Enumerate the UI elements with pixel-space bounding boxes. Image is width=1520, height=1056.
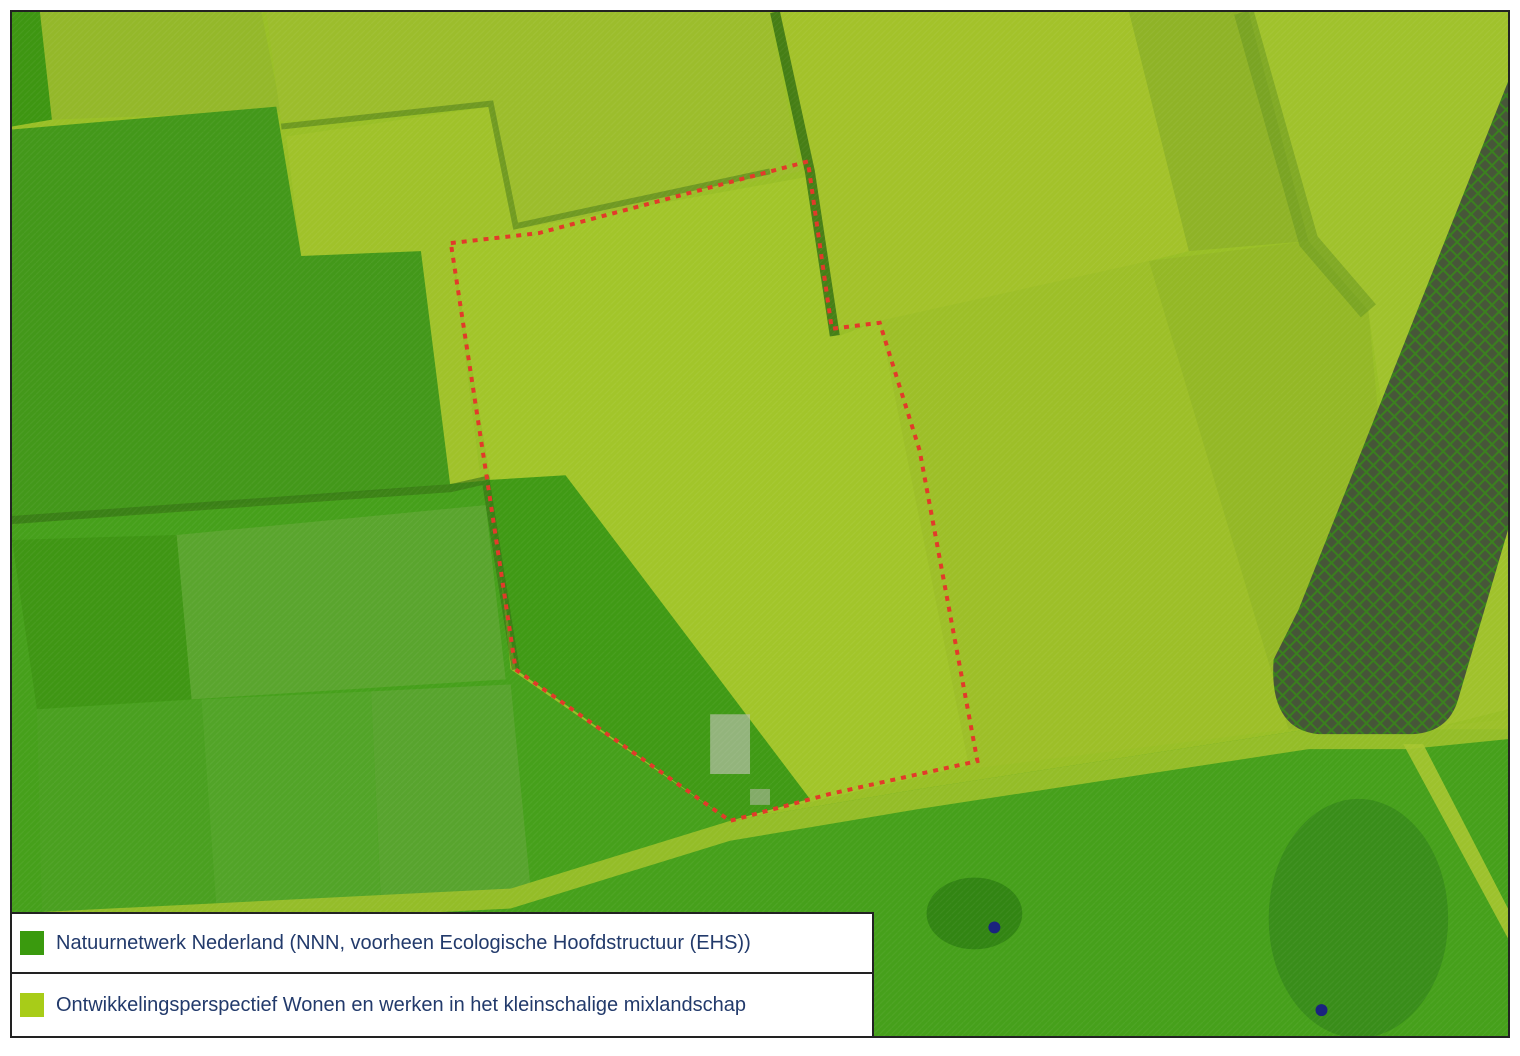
legend-item-natuurnetwerk: Natuurnetwerk Nederland (NNN, voorheen E…: [10, 912, 874, 974]
texture-overlay: [12, 12, 1508, 1036]
legend-swatch-mixlandschap: [20, 993, 44, 1017]
legend-label-natuurnetwerk: Natuurnetwerk Nederland (NNN, voorheen E…: [56, 931, 751, 954]
point-marker-2[interactable]: [1315, 1004, 1328, 1017]
point-marker-1[interactable]: [988, 921, 1001, 934]
legend-label-mixlandschap: Ontwikkelingsperspectief Wonen en werken…: [56, 993, 746, 1016]
legend-item-mixlandschap: Ontwikkelingsperspectief Wonen en werken…: [10, 974, 874, 1038]
map-view[interactable]: [10, 10, 1510, 1038]
legend: Natuurnetwerk Nederland (NNN, voorheen E…: [10, 912, 874, 1038]
legend-swatch-natuurnetwerk: [20, 931, 44, 955]
